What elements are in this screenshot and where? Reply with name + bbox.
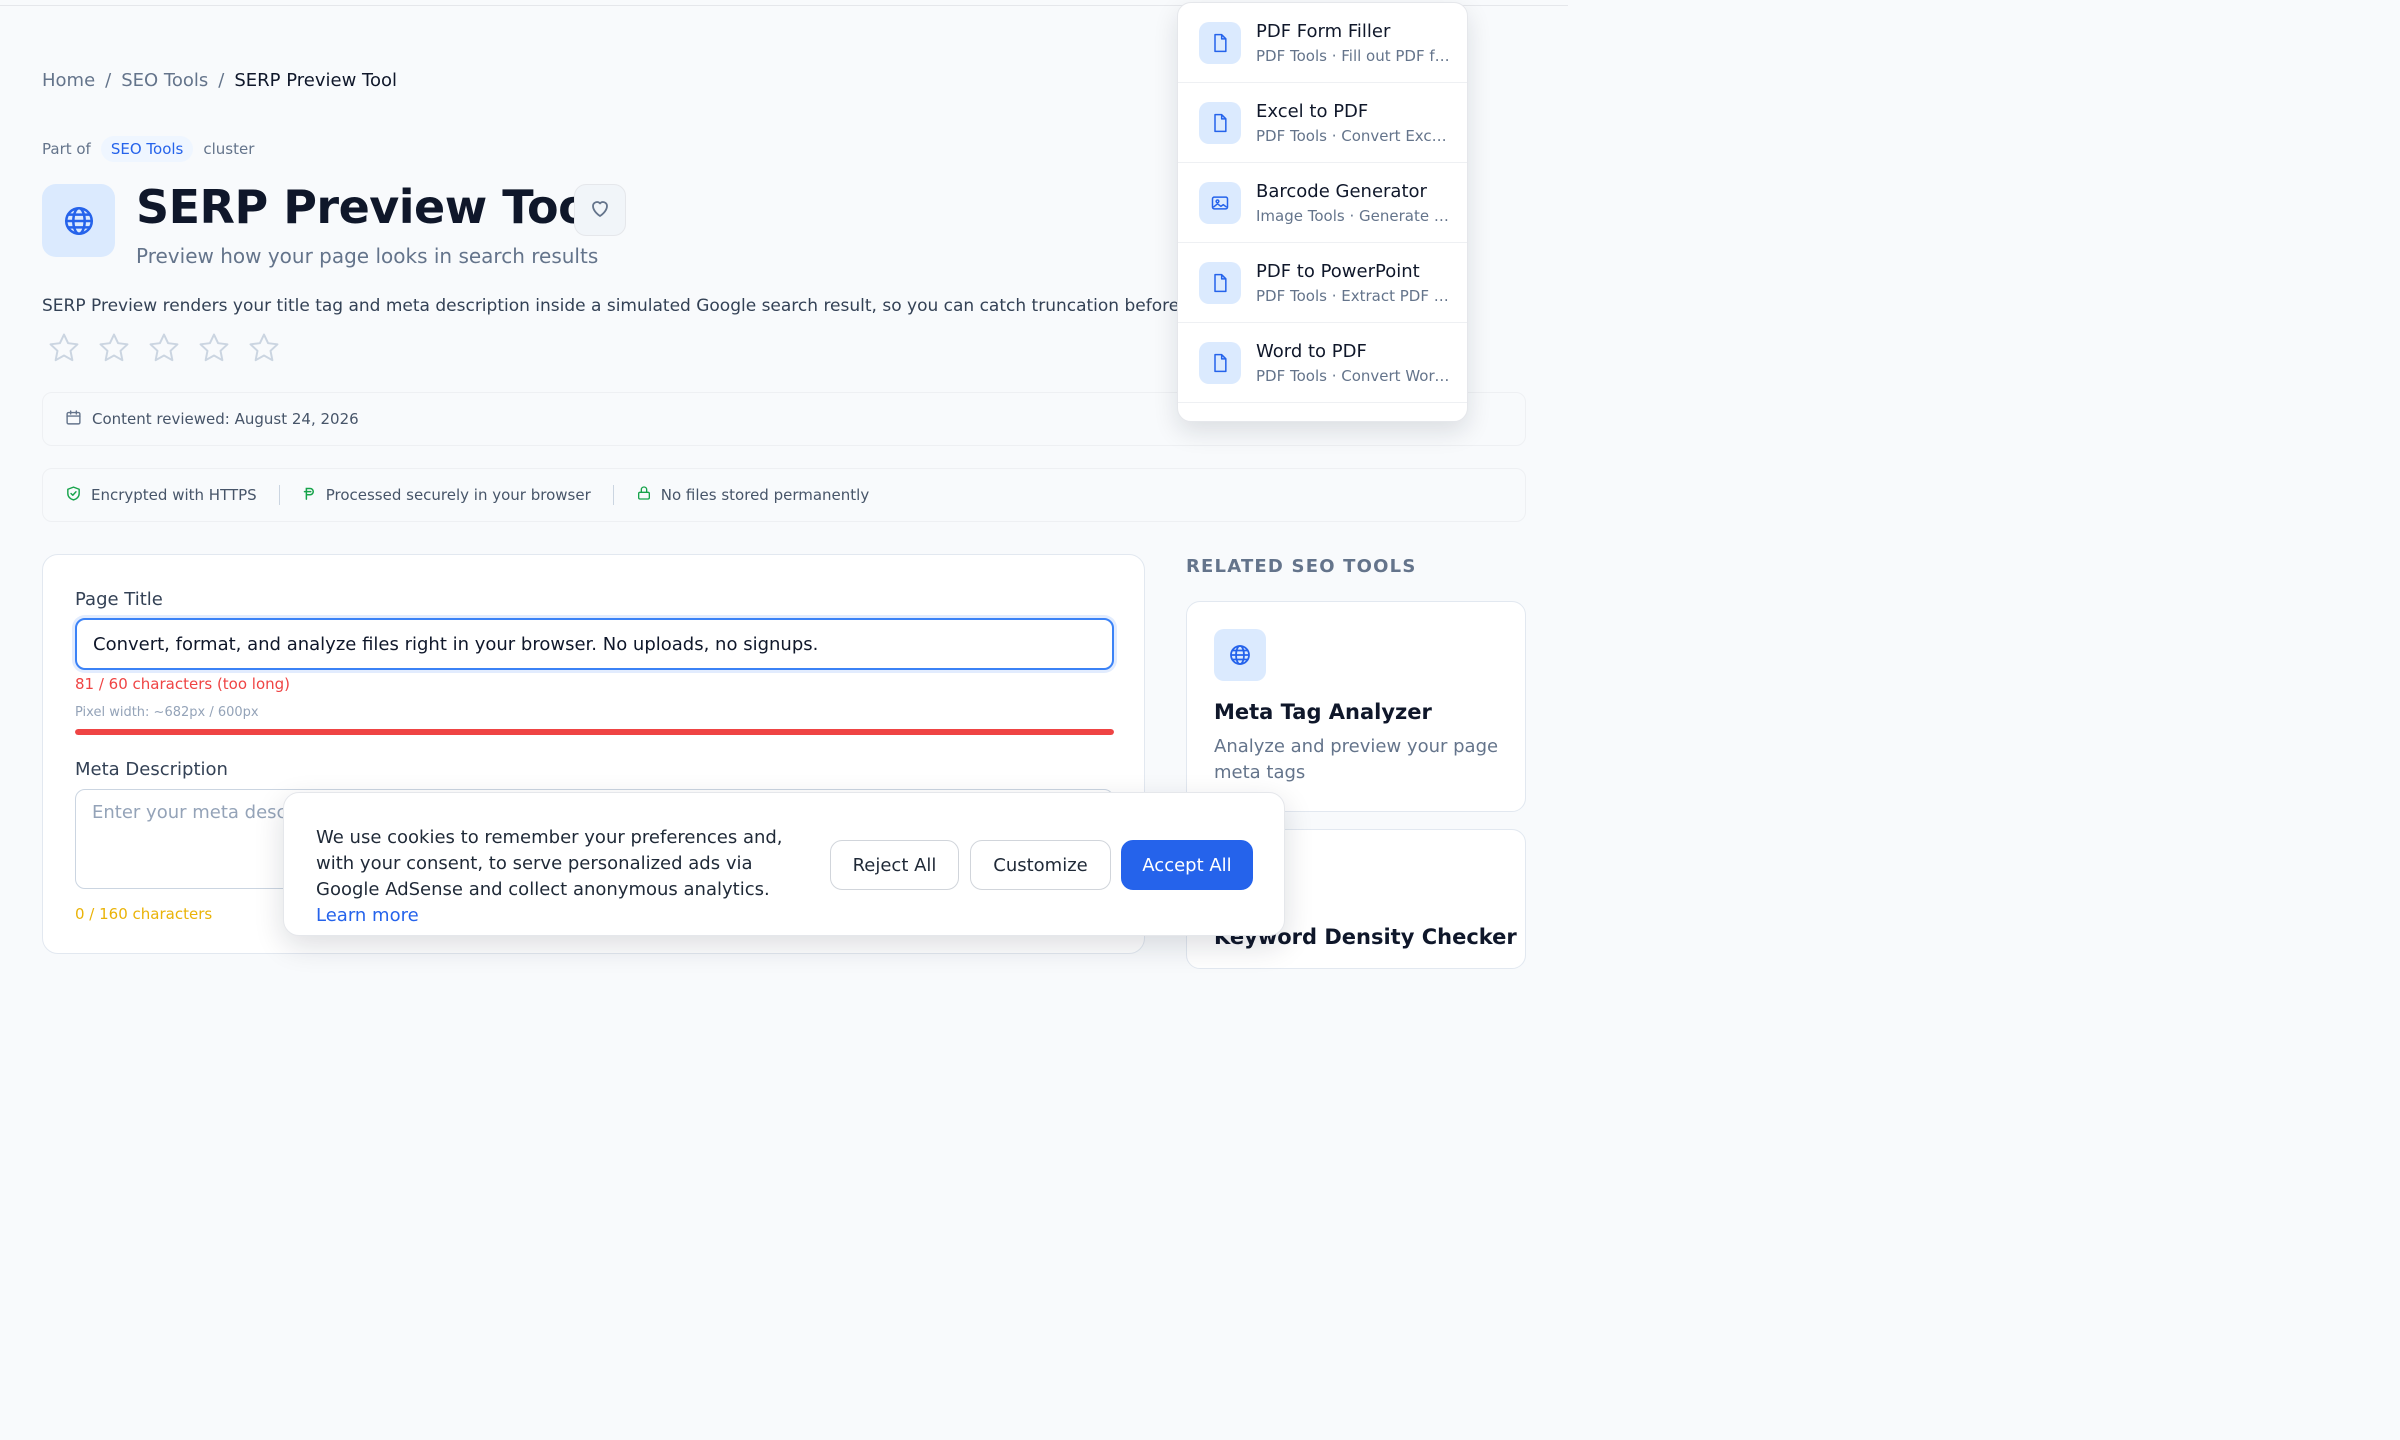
cluster-link[interactable]: SEO Tools — [100, 136, 194, 162]
search-results-dropdown: PDF Form Filler PDF Tools · Fill out PDF… — [1177, 2, 1468, 422]
dropdown-item[interactable]: Barcode Generator Image Tools · Generate… — [1178, 163, 1467, 243]
shield-check-icon — [65, 485, 82, 506]
dropdown-item[interactable]: PDF Form Filler PDF Tools · Fill out PDF… — [1178, 3, 1467, 83]
dropdown-item-name: PDF Form Filler — [1256, 21, 1391, 42]
file-icon — [1199, 262, 1241, 304]
globe-icon — [1214, 629, 1266, 681]
trust-text: Encrypted with HTTPS — [91, 486, 257, 504]
image-icon — [1199, 182, 1241, 224]
pixel-width: Pixel width: ~682px / 600px — [75, 705, 259, 720]
reviewed-date: Content reviewed: August 24, 2026 — [92, 410, 359, 428]
dropdown-item-name: Excel to PDF — [1256, 101, 1369, 122]
globe-icon — [42, 184, 115, 257]
dropdown-item[interactable]: PDF to PowerPoint PDF Tools · Extract PD… — [1178, 243, 1467, 323]
related-tool-card[interactable]: Meta Tag Analyzer Analyze and preview yo… — [1186, 601, 1526, 812]
meta-char-count: 0 / 160 characters — [75, 905, 213, 923]
learn-more-link[interactable]: Learn more — [316, 905, 419, 926]
dropdown-item-sub: Image Tools · Generate barcodes — [1256, 207, 1451, 225]
cookie-text: We use cookies to remember your preferen… — [316, 825, 816, 929]
calendar-icon — [65, 409, 82, 430]
pixel-width-fill — [75, 729, 1114, 735]
dropdown-item-sub: PDF Tools · Extract PDF to slides — [1256, 287, 1451, 305]
pixel-width-bar — [75, 729, 1114, 735]
star-icon[interactable] — [246, 330, 282, 366]
reject-all-button[interactable]: Reject All — [830, 840, 959, 890]
cluster-prefix: Part of — [42, 140, 91, 158]
file-icon — [1199, 342, 1241, 384]
cookie-message: We use cookies to remember your preferen… — [316, 827, 783, 900]
cluster-line: Part of SEO Tools cluster — [42, 136, 254, 162]
trust-text: Processed securely in your browser — [325, 486, 591, 504]
accept-all-button[interactable]: Accept All — [1121, 840, 1253, 890]
star-icon[interactable] — [46, 330, 82, 366]
dropdown-item[interactable]: Excel to PDF PDF Tools · Convert Excel t… — [1178, 83, 1467, 163]
customize-button[interactable]: Customize — [970, 840, 1111, 890]
trust-bar: Encrypted with HTTPS Processed securely … — [42, 468, 1526, 522]
tool-description: SERP Preview renders your title tag and … — [42, 296, 1182, 316]
title-char-count: 81 / 60 characters (too long) — [75, 675, 291, 693]
breadcrumb-separator: / — [105, 70, 112, 91]
page-title-label: Page Title — [75, 589, 163, 610]
dropdown-item-sub: PDF Tools · Fill out PDF forms — [1256, 47, 1451, 65]
page-title: SERP Preview Tool — [136, 180, 605, 234]
page-title-input[interactable]: Convert, format, and analyze files right… — [75, 618, 1114, 670]
page-subtitle: Preview how your page looks in search re… — [136, 244, 599, 268]
lock-icon — [636, 485, 652, 505]
heart-icon — [588, 196, 612, 224]
breadcrumb-seo-tools[interactable]: SEO Tools — [121, 70, 208, 91]
breadcrumb-home[interactable]: Home — [42, 70, 95, 91]
related-tool-name: Meta Tag Analyzer — [1214, 700, 1432, 724]
related-tools-heading: RELATED SEO TOOLS — [1186, 556, 1417, 577]
chip-icon — [302, 486, 317, 505]
file-icon — [1199, 22, 1241, 64]
cookie-banner: We use cookies to remember your preferen… — [283, 792, 1285, 936]
trust-item-storage: No files stored permanently — [636, 485, 869, 505]
breadcrumb-current: SERP Preview Tool — [234, 70, 397, 91]
divider — [278, 485, 280, 505]
trust-text: No files stored permanently — [660, 486, 870, 504]
cluster-suffix: cluster — [203, 140, 255, 158]
breadcrumb: Home / SEO Tools / SERP Preview Tool — [42, 70, 397, 91]
dropdown-item[interactable]: Word to PDF PDF Tools · Convert Word to … — [1178, 323, 1467, 403]
trust-item-browser: Processed securely in your browser — [302, 486, 591, 505]
dropdown-item-name: Barcode Generator — [1256, 181, 1427, 202]
star-icon[interactable] — [196, 330, 232, 366]
related-tool-desc: Analyze and preview your page meta tags — [1214, 736, 1499, 783]
file-icon — [1199, 102, 1241, 144]
rating-stars — [46, 330, 282, 366]
breadcrumb-separator: / — [218, 70, 225, 91]
divider — [612, 485, 614, 505]
dropdown-item-name: PDF to PowerPoint — [1256, 261, 1420, 282]
meta-description-label: Meta Description — [75, 759, 228, 780]
dropdown-item-sub: PDF Tools · Convert Word to PDF — [1256, 367, 1451, 385]
trust-item-https: Encrypted with HTTPS — [65, 485, 257, 506]
star-icon[interactable] — [146, 330, 182, 366]
dropdown-item-name: Word to PDF — [1256, 341, 1367, 362]
dropdown-item-sub: PDF Tools · Convert Excel to PDF — [1256, 127, 1451, 145]
favorite-button[interactable] — [574, 184, 626, 236]
star-icon[interactable] — [96, 330, 132, 366]
